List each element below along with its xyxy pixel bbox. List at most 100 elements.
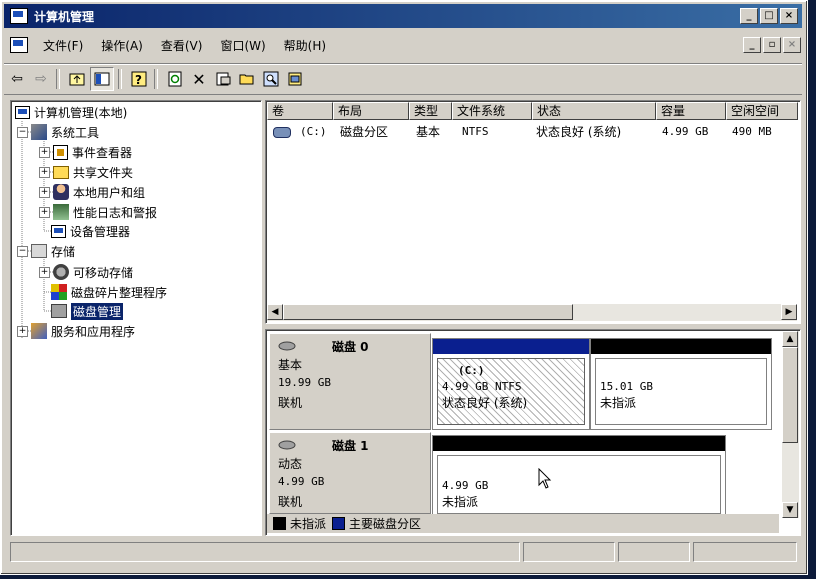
tree-item-system-tools[interactable]: − 系统工具 <box>17 123 99 141</box>
properties-button[interactable] <box>212 68 234 90</box>
tree-item-device-manager[interactable]: 设备管理器 <box>51 222 130 240</box>
expand-icon[interactable]: + <box>39 146 50 158</box>
scroll-down-button[interactable]: ▼ <box>782 502 798 518</box>
expand-icon[interactable]: + <box>39 166 50 178</box>
child-restore-button[interactable]: ▫ <box>763 37 781 53</box>
expand-icon[interactable]: + <box>39 186 50 198</box>
menu-help[interactable]: 帮助(H) <box>275 37 335 54</box>
menu-action[interactable]: 操作(A) <box>92 37 152 54</box>
unallocated-bar <box>433 436 725 451</box>
column-header-type[interactable]: 类型 <box>409 102 452 120</box>
forward-button[interactable]: ⇨ <box>30 68 52 90</box>
scroll-thumb[interactable] <box>283 304 573 320</box>
status-bar <box>10 542 799 562</box>
tree-item-event-viewer[interactable]: + 事件查看器 <box>39 143 132 161</box>
unallocated-bar <box>591 339 771 354</box>
disk-0-size: 19.99 GB <box>278 376 331 389</box>
volume-icon <box>273 127 291 138</box>
disk-icon <box>278 440 296 450</box>
tree-item-disk-management[interactable]: 磁盘管理 <box>51 302 124 320</box>
table-row[interactable]: (C:) 磁盘分区 基本 NTFS 状态良好 (系统) 4.99 GB 490 … <box>266 123 798 141</box>
minimize-button[interactable]: _ <box>740 8 758 24</box>
child-close-button[interactable]: × <box>783 37 801 53</box>
window-title: 计算机管理 <box>34 9 95 24</box>
refresh-icon <box>168 71 182 87</box>
unallocated-disk0-size: 15.01 GB <box>600 380 653 393</box>
console-tree[interactable]: 计算机管理(本地) − 系统工具 + 事件查看器 + 共享文件夹 + 本地用户和… <box>10 100 262 536</box>
help-button[interactable]: ? <box>128 68 150 90</box>
collapse-icon[interactable]: − <box>17 245 28 257</box>
legend-unallocated: 未指派 <box>290 517 327 531</box>
scroll-left-button[interactable]: ◀ <box>267 304 283 320</box>
partition-unallocated-disk1[interactable]: 4.99 GB 未指派 <box>432 435 726 515</box>
close-button[interactable]: × <box>780 8 798 24</box>
performance-icon <box>53 204 69 220</box>
toolbar-separator <box>118 69 122 89</box>
up-one-level-button[interactable] <box>66 68 88 90</box>
forward-arrow-icon: ⇨ <box>35 71 47 87</box>
partition-c[interactable]: (C:) 4.99 GB NTFS 状态良好 (系统) <box>432 338 590 430</box>
tree-item-local-users[interactable]: + 本地用户和组 <box>39 183 145 201</box>
partition-unallocated-disk0[interactable]: 15.01 GB 未指派 <box>590 338 772 430</box>
vertical-scrollbar[interactable]: ▲ ▼ <box>782 331 799 518</box>
child-minimize-button[interactable]: _ <box>743 37 761 53</box>
users-icon <box>53 184 69 200</box>
toolbar-separator <box>56 69 60 89</box>
maximize-button[interactable]: □ <box>760 8 778 24</box>
column-header-filesystem[interactable]: 文件系统 <box>452 102 532 120</box>
tree-item-services-apps[interactable]: + 服务和应用程序 <box>17 322 135 340</box>
title-bar[interactable]: 计算机管理 _ □ × <box>4 4 802 28</box>
expand-icon[interactable]: + <box>17 325 28 337</box>
menu-window[interactable]: 窗口(W) <box>211 37 274 54</box>
column-header-capacity[interactable]: 容量 <box>656 102 726 120</box>
expand-icon[interactable]: + <box>39 266 50 278</box>
scroll-thumb[interactable] <box>782 347 798 443</box>
system-menu-icon[interactable] <box>10 37 28 53</box>
defrag-icon <box>51 284 67 300</box>
disk-0-info[interactable]: 磁盘 0 基本 19.99 GB 联机 <box>269 333 431 430</box>
tree-item-performance-logs[interactable]: + 性能日志和警报 <box>39 203 157 221</box>
partition-c-label: (C:) <box>458 364 485 377</box>
menu-view[interactable]: 查看(V) <box>152 37 212 54</box>
unallocated-disk1-size: 4.99 GB <box>442 479 489 492</box>
column-header-free-space[interactable]: 空闲空间 <box>726 102 798 120</box>
show-hide-tree-button[interactable] <box>90 67 114 91</box>
primary-partition-swatch <box>332 517 346 530</box>
disk-graphical-view[interactable]: 磁盘 0 基本 19.99 GB 联机 (C:) 4.99 GB NTFS 状态… <box>265 329 801 536</box>
search-button[interactable] <box>260 68 282 90</box>
services-icon <box>31 323 47 339</box>
tree-item-storage[interactable]: − 存储 <box>17 242 75 260</box>
scroll-right-button[interactable]: ▶ <box>781 304 797 320</box>
disk-1-info[interactable]: 磁盘 1 动态 4.99 GB 联机 <box>269 432 431 514</box>
column-header-status[interactable]: 状态 <box>532 102 656 120</box>
disk-settings-button[interactable] <box>284 68 306 90</box>
disk-0-type: 基本 <box>278 358 303 372</box>
horizontal-scrollbar[interactable]: ◀ ▶ <box>267 304 797 321</box>
menu-bar: 文件(F) 操作(A) 查看(V) 窗口(W) 帮助(H) <box>4 32 802 58</box>
tree-root[interactable]: 计算机管理(本地) <box>15 103 127 121</box>
open-folder-button[interactable] <box>236 68 258 90</box>
computer-management-icon <box>10 8 28 24</box>
disk-0-state: 联机 <box>278 396 303 410</box>
column-header-volume[interactable]: 卷 <box>267 102 333 120</box>
scroll-up-button[interactable]: ▲ <box>782 331 798 347</box>
refresh-button[interactable] <box>164 68 186 90</box>
disk-1-name: 磁盘 1 <box>332 439 369 453</box>
volume-list[interactable]: 卷 布局 类型 文件系统 状态 容量 空闲空间 (C:) 磁盘分区 基本 NTF… <box>265 100 801 324</box>
toolbar: ⇦ ⇨ ? ✕ <box>4 63 802 95</box>
disk-1-state: 联机 <box>278 495 303 509</box>
computer-icon <box>15 105 30 119</box>
collapse-icon[interactable]: − <box>17 126 28 138</box>
disk-icon <box>278 341 296 351</box>
expand-icon[interactable]: + <box>39 206 50 218</box>
status-pane-4 <box>693 542 797 562</box>
primary-partition-bar <box>433 339 589 354</box>
column-header-layout[interactable]: 布局 <box>333 102 409 120</box>
tree-item-removable-storage[interactable]: + 可移动存储 <box>39 263 133 281</box>
storage-icon <box>31 244 47 258</box>
tree-item-defrag[interactable]: 磁盘碎片整理程序 <box>51 283 167 301</box>
back-button[interactable]: ⇦ <box>6 68 28 90</box>
tree-item-shared-folders[interactable]: + 共享文件夹 <box>39 163 133 181</box>
menu-file[interactable]: 文件(F) <box>34 37 92 54</box>
delete-button[interactable]: ✕ <box>188 68 210 90</box>
